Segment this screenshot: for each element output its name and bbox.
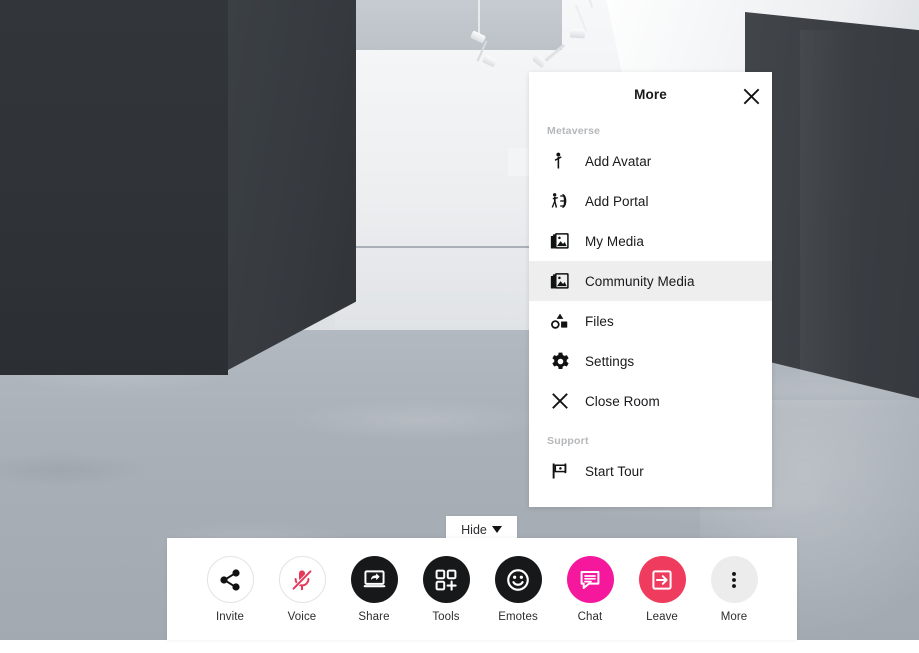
page-bottom-strip xyxy=(0,640,919,653)
tools-button-circle[interactable] xyxy=(422,556,470,603)
spotlight-wire-1 xyxy=(478,0,480,34)
invite-button-circle[interactable] xyxy=(206,556,254,603)
menu-item-label: Community Media xyxy=(585,273,695,289)
toolbar-button-voice[interactable]: Voice xyxy=(267,538,337,623)
menu-item-label: Files xyxy=(585,313,614,329)
share-nodes-icon xyxy=(220,568,240,591)
chat-button-circle[interactable] xyxy=(566,556,614,603)
toolbar-label: Invite xyxy=(215,611,245,623)
section-label-metaverse: Metaverse xyxy=(547,125,601,137)
app-root: + More Metaverse Add Avatar Add Portal M… xyxy=(0,0,919,653)
menu-item-label: Settings xyxy=(585,353,635,369)
menu-item-label: Close Room xyxy=(585,393,660,409)
portal-icon xyxy=(547,188,573,214)
toolbar-label: Share xyxy=(358,611,390,623)
bottom-toolbar: Invite Voice Share Tools Emotes Chat Lea… xyxy=(167,538,797,640)
kebab-menu-icon xyxy=(732,571,736,588)
menu-item-label: My Media xyxy=(585,233,644,249)
more-panel: More Metaverse Add Avatar Add Portal My … xyxy=(529,72,772,507)
toolbar-button-more[interactable]: More xyxy=(699,538,769,623)
exit-icon xyxy=(652,569,672,590)
menu-item-my-media[interactable]: My Media xyxy=(529,221,772,261)
gear-icon xyxy=(547,348,573,374)
voice-button-circle[interactable] xyxy=(278,556,326,603)
dark-wall-front xyxy=(0,0,228,375)
toolbar-label: Tools xyxy=(432,611,460,623)
toolbar-label: Voice xyxy=(287,611,317,623)
panel-title: More xyxy=(634,87,667,102)
avatar-icon xyxy=(547,148,573,174)
menu-item-settings[interactable]: Settings xyxy=(529,341,772,381)
menu-item-community-media[interactable]: Community Media xyxy=(529,261,772,301)
flag-icon xyxy=(547,458,573,484)
toolbar-label: Leave xyxy=(646,611,678,623)
share-button-circle[interactable] xyxy=(350,556,398,603)
toolbar-button-leave[interactable]: Leave xyxy=(627,538,697,623)
more-button-circle[interactable] xyxy=(710,556,758,603)
toolbar-label: Chat xyxy=(577,611,603,623)
toolbar-button-share[interactable]: Share xyxy=(339,538,409,623)
close-icon xyxy=(547,388,573,414)
menu-item-add-portal[interactable]: Add Portal xyxy=(529,181,772,221)
close-icon[interactable] xyxy=(738,83,764,109)
toolbar-label: More xyxy=(720,611,748,623)
menu-item-label: Start Tour xyxy=(585,463,644,479)
menu-item-start-tour[interactable]: Start Tour xyxy=(529,451,772,491)
menu-item-label: Add Avatar xyxy=(585,153,652,169)
spotlight-head-2 xyxy=(569,28,586,39)
menu-item-add-avatar[interactable]: Add Avatar xyxy=(529,141,772,181)
chevron-down-icon xyxy=(491,526,502,533)
dark-wall-right-highlight xyxy=(800,30,860,380)
hide-button-label: Hide xyxy=(461,522,487,537)
leave-button-circle[interactable] xyxy=(638,556,686,603)
toolbar-button-emotes[interactable]: Emotes xyxy=(483,538,553,623)
toolbar-button-invite[interactable]: Invite xyxy=(195,538,265,623)
screen-share-icon xyxy=(363,570,385,588)
plus-icon: + xyxy=(517,152,527,172)
menu-item-files[interactable]: Files xyxy=(529,301,772,341)
toolbar-label: Emotes xyxy=(498,611,538,623)
toolbar-button-tools[interactable]: Tools xyxy=(411,538,481,623)
panel-header: More xyxy=(529,72,772,120)
image-stack-icon xyxy=(547,268,573,294)
image-stack-icon xyxy=(547,228,573,254)
toolbar-button-chat[interactable]: Chat xyxy=(555,538,625,623)
menu-item-label: Add Portal xyxy=(585,193,649,209)
emotes-button-circle[interactable] xyxy=(494,556,542,603)
chat-bubble-icon xyxy=(580,570,600,589)
mic-muted-icon xyxy=(291,569,313,590)
section-label-support: Support xyxy=(547,435,589,447)
grid-plus-icon xyxy=(435,569,457,591)
shapes-icon xyxy=(547,308,573,334)
menu-item-close-room[interactable]: Close Room xyxy=(529,381,772,421)
smiley-icon xyxy=(507,568,529,591)
